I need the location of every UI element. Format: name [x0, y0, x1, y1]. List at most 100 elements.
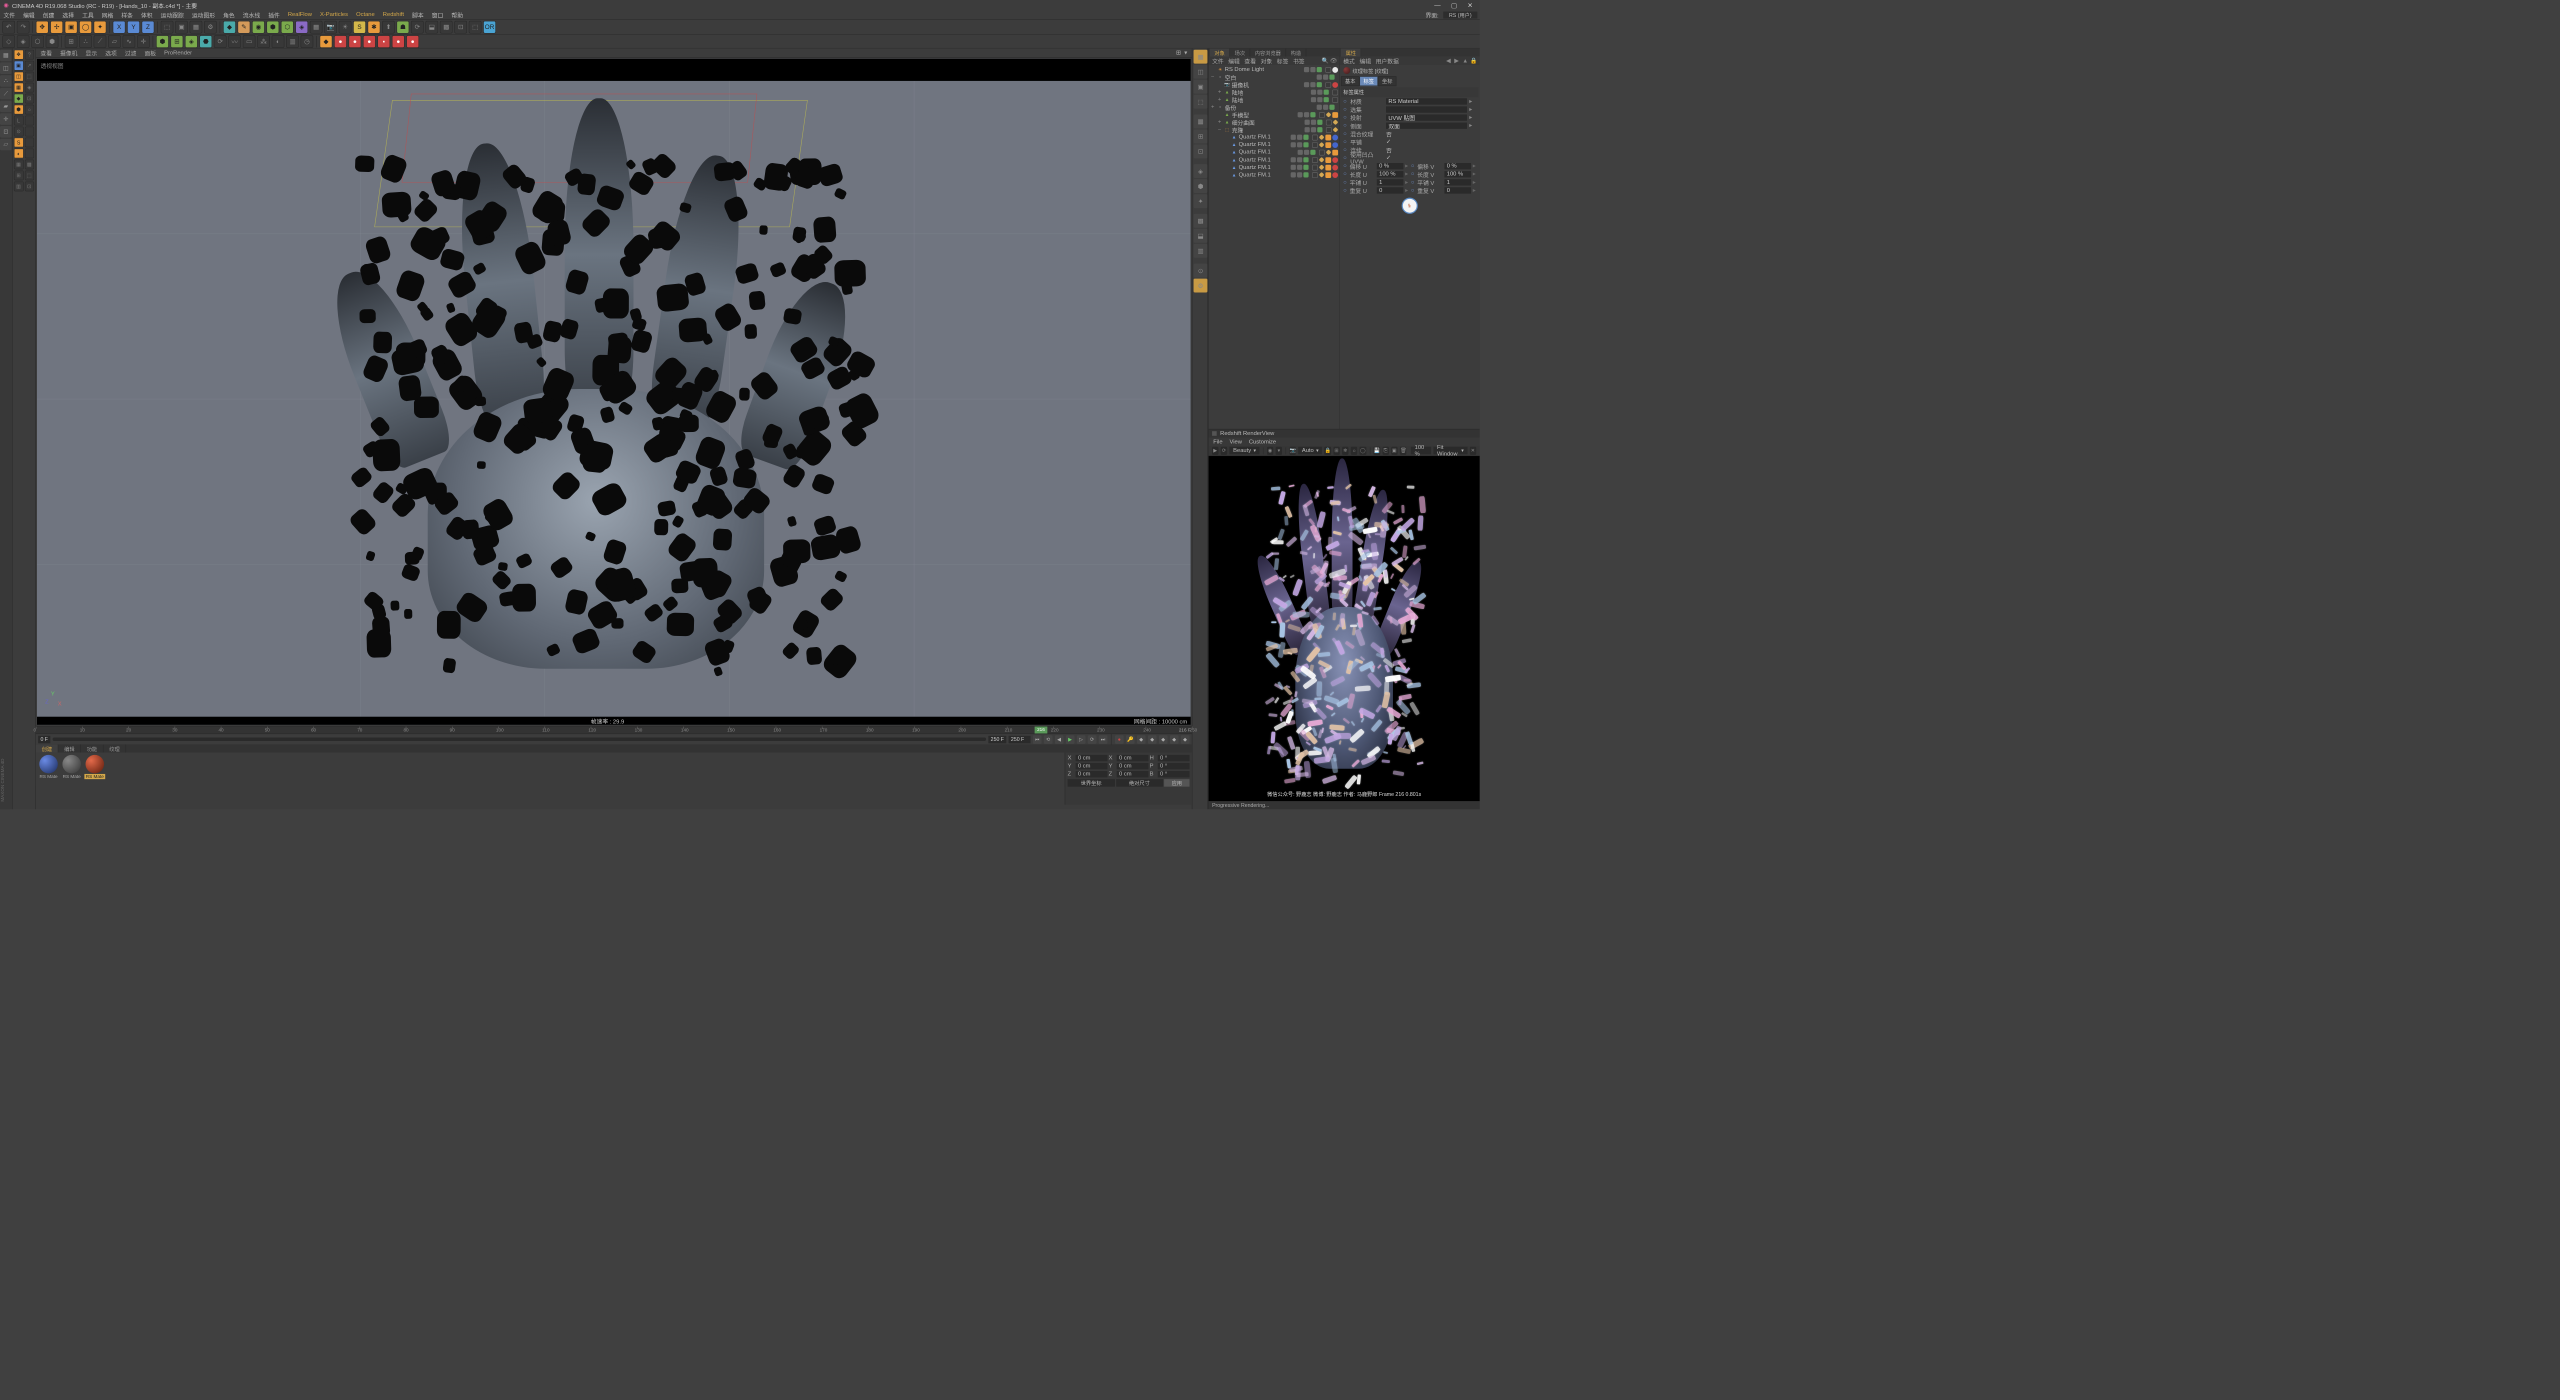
rs-mode-selector[interactable]: Auto ▾ — [1298, 447, 1322, 455]
rail-icon-2[interactable]: ◫ — [1194, 65, 1208, 79]
snap-point[interactable]: ∴ — [79, 35, 92, 48]
camera-button[interactable]: 📷 — [324, 21, 337, 34]
attr-field-9b[interactable]: 100 % — [1444, 171, 1471, 177]
attr-field-11a[interactable]: 0 — [1377, 187, 1404, 193]
obj-menu-文件[interactable]: 文件 — [1212, 56, 1224, 65]
frame-end-field[interactable]: 250 F — [988, 736, 1006, 744]
menu-X-Particles[interactable]: X-Particles — [319, 12, 349, 18]
attr-up-icon[interactable]: ▲ — [1462, 58, 1468, 64]
autokey-button[interactable]: 🔑 — [1126, 735, 1135, 744]
workplane-button[interactable]: ⬚ — [469, 21, 482, 34]
mograph-cloner[interactable]: ⬢ — [156, 35, 169, 48]
palette-btn-19[interactable] — [25, 149, 35, 159]
rail-icon-8[interactable]: ◈ — [1194, 164, 1208, 178]
attr-field-8b[interactable]: 0 % — [1444, 163, 1471, 169]
record-button[interactable]: ● — [1115, 735, 1124, 744]
rs-lock-icon[interactable]: 🔒 — [1324, 447, 1330, 455]
material-2[interactable]: RS Mate — [84, 755, 105, 784]
vp-menu-摄像机[interactable]: 摄像机 — [60, 49, 77, 58]
next-frame-button[interactable]: ▷ — [1077, 735, 1086, 744]
light-button[interactable]: ☀ — [339, 21, 352, 34]
rs-stop-button[interactable]: ⟳ — [1221, 447, 1227, 455]
coord-mode-1[interactable]: 世界坐标 — [1068, 779, 1115, 787]
menu-创建[interactable]: 创建 — [42, 10, 56, 19]
rf-3[interactable]: ● — [349, 35, 362, 48]
palette-btn-1[interactable]: ? — [25, 50, 35, 60]
goto-end-button[interactable]: ⏭ — [1099, 735, 1108, 744]
attr-field-11b[interactable]: 0 — [1444, 187, 1471, 193]
vp-menu-选项[interactable]: 选项 — [105, 49, 117, 58]
attr-field-3[interactable]: 双面 — [1386, 122, 1467, 128]
uv-point-mode-icon[interactable]: ⊡ — [0, 126, 12, 138]
palette-btn-20[interactable]: ▦ — [14, 160, 24, 170]
snap-poly[interactable]: ▱ — [108, 35, 121, 48]
tree-row-9[interactable]: ▲Quartz FM.1 — [1209, 134, 1340, 142]
axis-z-button[interactable]: Z — [142, 21, 155, 34]
maximize-button[interactable]: ▢ — [1451, 1, 1457, 9]
rs-menu-View[interactable]: View — [1229, 438, 1241, 444]
vp-menu-查看[interactable]: 查看 — [40, 49, 52, 58]
obj-menu-书签[interactable]: 书签 — [1293, 56, 1305, 65]
selection-button[interactable]: ▩ — [440, 21, 453, 34]
obj-search-icon[interactable]: 🔍 — [1322, 58, 1328, 64]
key-scale-button[interactable]: ◆ — [1148, 735, 1157, 744]
menu-脚本[interactable]: 脚本 — [411, 10, 425, 19]
coord-Y-size[interactable]: 0 cm — [1117, 763, 1149, 769]
poly-mode-icon[interactable]: ▰ — [0, 101, 12, 113]
palette-btn-3[interactable]: ↗ — [25, 61, 35, 71]
palette-btn-25[interactable]: ⊡ — [25, 181, 35, 191]
coord-mode-2[interactable]: 绝对尺寸 — [1116, 779, 1163, 787]
attr-field-0[interactable]: RS Material — [1386, 98, 1467, 104]
palette-btn-17[interactable] — [25, 138, 35, 148]
rs-region-icon[interactable]: ○ — [1351, 447, 1357, 455]
material-0[interactable]: RS Mate — [38, 755, 59, 784]
texture-mode-icon[interactable]: ◫ — [0, 62, 12, 74]
sel-filter-3[interactable]: ⬡ — [31, 35, 44, 48]
rs-menu-File[interactable]: File — [1213, 438, 1222, 444]
key-rot-button[interactable]: ◆ — [1159, 735, 1168, 744]
rig-button[interactable]: ⬆ — [382, 21, 395, 34]
sel-filter-2[interactable]: ◈ — [17, 35, 30, 48]
rs-save-icon[interactable]: 💾 — [1374, 447, 1380, 455]
palette-btn-0[interactable]: ✥ — [14, 50, 24, 60]
palette-btn-18[interactable]: ◐ — [14, 149, 24, 159]
array-button[interactable]: ⬢ — [266, 21, 279, 34]
rs-canvas[interactable]: 微信公众号: 野鹿志 微博: 野鹿志 作者: 马鹿野郎 Frame 216 0.… — [1209, 456, 1480, 801]
rs-pv-icon[interactable]: ▣ — [1391, 447, 1397, 455]
attr-lock-icon[interactable]: 🔒 — [1470, 58, 1476, 64]
coord-X-size[interactable]: 0 cm — [1117, 755, 1149, 761]
move-tool-button[interactable]: ✢ — [50, 21, 63, 34]
rail-icon-9[interactable]: ⬢ — [1194, 179, 1208, 193]
attr-chk-6[interactable]: 否 — [1386, 145, 1392, 154]
rs-menu-Customize[interactable]: Customize — [1249, 438, 1276, 444]
menu-角色[interactable]: 角色 — [222, 10, 236, 19]
edge-mode-icon[interactable]: ⟋ — [0, 88, 12, 100]
palette-btn-23[interactable]: ⬚ — [25, 171, 35, 181]
rf-4[interactable]: ● — [363, 35, 376, 48]
frame-start-field[interactable]: 0 F — [38, 736, 50, 744]
attr-field-9a[interactable]: 100 % — [1377, 171, 1404, 177]
palette-btn-16[interactable]: S — [14, 138, 24, 148]
model-mode-icon[interactable]: ▦ — [0, 50, 12, 62]
rs-copy-icon[interactable]: ⎘ — [1382, 447, 1388, 455]
axis-mode-icon[interactable]: ✛ — [0, 113, 12, 125]
obj-eye-icon[interactable]: 👁 — [1330, 58, 1336, 64]
timeline-cursor[interactable]: 216 — [1035, 727, 1048, 734]
prev-frame-button[interactable]: ◀ — [1055, 735, 1064, 744]
coord-Y-pos[interactable]: 0 cm — [1076, 763, 1108, 769]
instance-button[interactable]: ⬡ — [281, 21, 294, 34]
tree-row-14[interactable]: ▲Quartz FM.1 — [1209, 171, 1340, 179]
menu-体积[interactable]: 体积 — [140, 10, 154, 19]
rail-icon-7[interactable]: ⊡ — [1194, 145, 1208, 159]
layout-selector[interactable]: RS (用户) — [1443, 11, 1477, 18]
rs-aov-selector[interactable]: Beauty ▾ — [1230, 447, 1260, 455]
rail-icon-11[interactable]: ▩ — [1194, 214, 1208, 228]
effector-step[interactable]: ▥ — [286, 35, 299, 48]
palette-btn-22[interactable]: ⊞ — [14, 171, 24, 181]
script-button[interactable]: S — [353, 21, 366, 34]
mograph-text[interactable]: ⬣ — [199, 35, 212, 48]
attr-field-8a[interactable]: 0 % — [1377, 163, 1404, 169]
coord-X-pos[interactable]: 0 cm — [1076, 755, 1108, 761]
point-mode-icon[interactable]: ∴ — [0, 75, 12, 87]
palette-btn-12[interactable]: L — [14, 116, 24, 126]
